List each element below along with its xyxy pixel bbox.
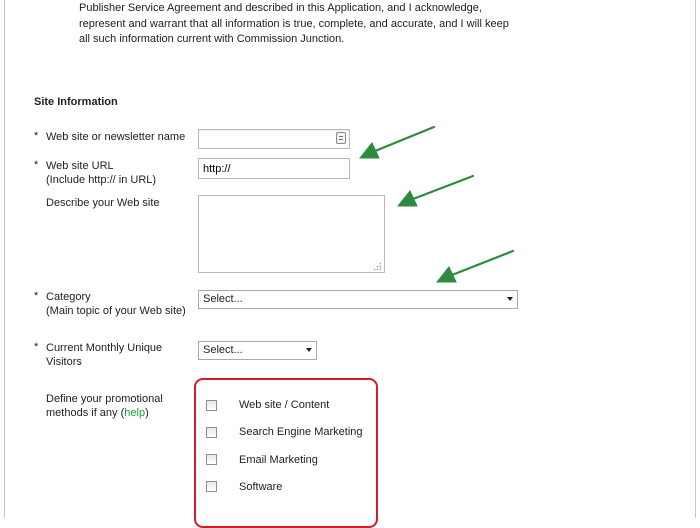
annotation-arrow xyxy=(435,249,515,283)
annotation-arrows xyxy=(358,125,515,283)
annotation-arrow xyxy=(396,174,475,207)
annotation-arrow xyxy=(358,125,436,159)
